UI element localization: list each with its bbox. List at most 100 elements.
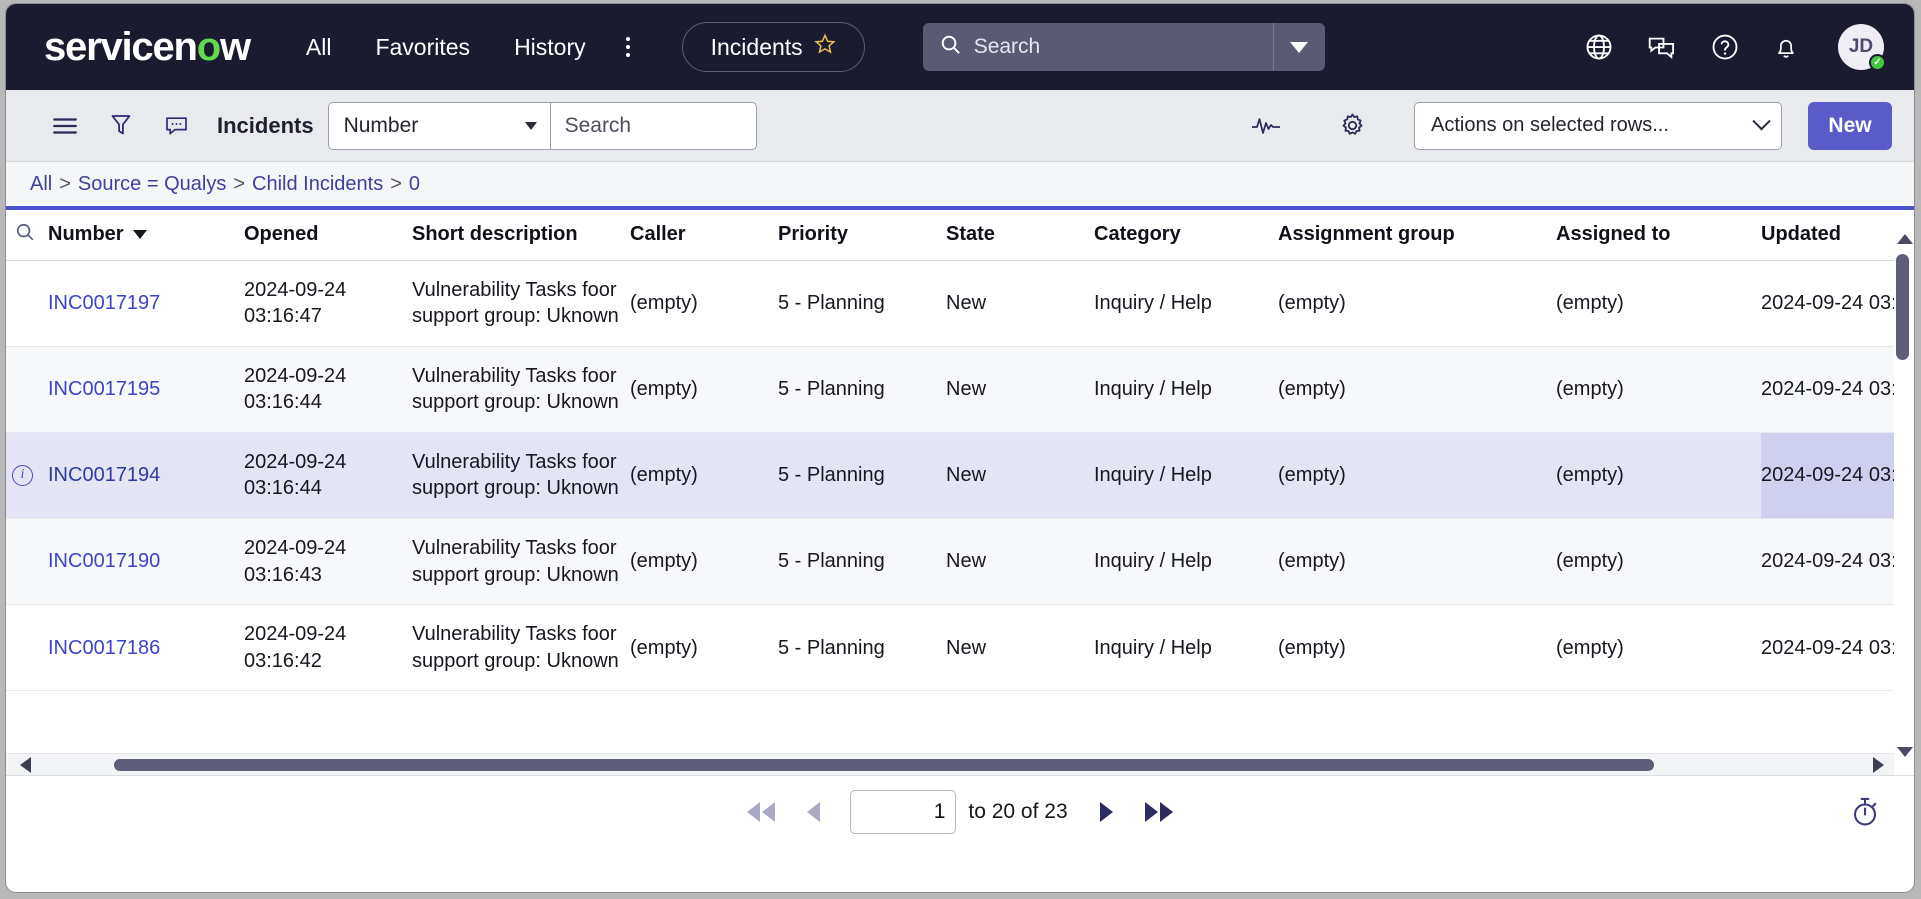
cell-number[interactable]: INC0017197 — [48, 260, 244, 346]
actions-on-selected-rows-select[interactable]: Actions on selected rows... — [1414, 102, 1782, 150]
next-page-button[interactable] — [1084, 802, 1129, 822]
column-header-assignment-group[interactable]: Assignment group — [1278, 210, 1556, 260]
row-select-cell[interactable]: i — [6, 432, 48, 518]
column-header-opened[interactable]: Opened — [244, 210, 412, 260]
new-button[interactable]: New — [1808, 102, 1892, 150]
cell-number[interactable]: INC0017194 — [48, 432, 244, 518]
cell-category: Inquiry / Help — [1094, 605, 1278, 691]
row-select-cell[interactable] — [6, 605, 48, 691]
cell-state: New — [946, 260, 1094, 346]
servicenow-logo[interactable]: servicenow — [44, 25, 250, 70]
cell-opened: 2024-09-24 03:16:47 — [244, 260, 412, 346]
incident-link[interactable]: INC0017186 — [48, 637, 160, 659]
column-header-number[interactable]: Number — [48, 210, 244, 260]
scroll-right-arrow-icon[interactable] — [1873, 757, 1884, 773]
incident-link[interactable]: INC0017194 — [48, 464, 160, 486]
breadcrumb-item-child-incidents[interactable]: Child Incidents — [252, 173, 383, 196]
cell-number[interactable]: INC0017190 — [48, 519, 244, 605]
logo-text-part1: servicen — [44, 25, 197, 70]
toolbar-right-group: Actions on selected rows... New — [1235, 102, 1892, 150]
column-header-short-description[interactable]: Short description — [412, 210, 630, 260]
info-circle-icon[interactable]: i — [12, 465, 33, 486]
tab-incidents[interactable]: Incidents — [682, 22, 865, 72]
breadcrumb-item-all[interactable]: All — [30, 173, 52, 196]
column-header-state[interactable]: State — [946, 210, 1094, 260]
double-left-arrow-icon-2 — [762, 802, 775, 822]
first-page-button[interactable] — [731, 802, 791, 822]
table-row[interactable]: INC0017186 2024-09-24 03:16:42 Vulnerabi… — [6, 605, 1894, 691]
help-icon[interactable] — [1710, 32, 1740, 62]
table-row[interactable]: INC0017190 2024-09-24 03:16:43 Vulnerabi… — [6, 519, 1894, 605]
row-select-cell[interactable] — [6, 519, 48, 605]
vertical-scrollbar[interactable] — [1896, 240, 1912, 751]
globe-icon[interactable] — [1584, 32, 1614, 62]
global-search-input[interactable]: Search — [923, 23, 1273, 71]
cell-number[interactable]: INC0017195 — [48, 346, 244, 432]
incident-link[interactable]: INC0017195 — [48, 378, 160, 400]
avatar[interactable]: JD ✓ — [1838, 24, 1884, 70]
column-header-caller[interactable]: Caller — [630, 210, 778, 260]
row-select-cell[interactable] — [6, 346, 48, 432]
actions-select-value: Actions on selected rows... — [1431, 114, 1669, 137]
cell-updated: 2024-09-24 03:16:47 — [1761, 346, 1894, 432]
horizontal-scrollbar-thumb[interactable] — [114, 759, 1654, 771]
search-field-value: Number — [344, 114, 419, 138]
cell-caller: (empty) — [630, 605, 778, 691]
cell-number[interactable]: INC0017186 — [48, 605, 244, 691]
hamburger-menu-icon[interactable] — [36, 115, 94, 137]
notifications-bell-icon[interactable] — [1772, 32, 1800, 62]
column-header-assigned-to[interactable]: Assigned to — [1556, 210, 1761, 260]
cell-opened: 2024-09-24 03:16:44 — [244, 432, 412, 518]
table-row-selected[interactable]: i INC0017194 2024-09-24 03:16:44 Vulnera… — [6, 432, 1894, 518]
cell-state: New — [946, 432, 1094, 518]
column-header-priority[interactable]: Priority — [778, 210, 946, 260]
right-arrow-icon — [1100, 802, 1113, 822]
nav-favorites[interactable]: Favorites — [353, 24, 492, 71]
column-label-number: Number — [48, 223, 124, 245]
cell-updated-focused: 2024-09-24 03:16:44 — [1761, 432, 1894, 518]
previous-page-button[interactable] — [791, 802, 836, 822]
breadcrumb-item-value[interactable]: 0 — [409, 173, 420, 196]
conversations-icon[interactable] — [1646, 32, 1678, 62]
nav-all[interactable]: All — [284, 24, 354, 71]
incident-link[interactable]: INC0017190 — [48, 550, 160, 572]
scroll-down-arrow-icon[interactable] — [1897, 747, 1913, 757]
filter-funnel-icon[interactable] — [94, 113, 148, 138]
cell-caller: (empty) — [630, 260, 778, 346]
star-outline-icon[interactable] — [814, 33, 836, 61]
scroll-up-arrow-icon[interactable] — [1897, 234, 1913, 244]
activity-pulse-icon[interactable] — [1235, 114, 1297, 138]
global-search-dropdown[interactable] — [1273, 23, 1325, 71]
horizontal-scrollbar[interactable] — [6, 753, 1894, 775]
page-number-input[interactable] — [850, 790, 956, 834]
column-header-updated[interactable]: Updated — [1761, 210, 1894, 260]
table-row[interactable]: INC0017195 2024-09-24 03:16:44 Vulnerabi… — [6, 346, 1894, 432]
last-page-button[interactable] — [1129, 802, 1189, 822]
cell-priority: 5 - Planning — [778, 432, 946, 518]
search-field-select[interactable]: Number — [328, 102, 550, 150]
comment-bubble-icon[interactable] — [148, 114, 205, 138]
list-search-input[interactable]: Search — [550, 102, 757, 150]
cell-assignment-group: (empty) — [1278, 519, 1556, 605]
cell-opened: 2024-09-24 03:16:44 — [244, 346, 412, 432]
chevron-down-icon — [525, 122, 537, 130]
cell-caller: (empty) — [630, 346, 778, 432]
column-header-category[interactable]: Category — [1094, 210, 1278, 260]
stopwatch-icon[interactable] — [1850, 796, 1880, 828]
incident-link[interactable]: INC0017197 — [48, 292, 160, 314]
global-search[interactable]: Search — [923, 23, 1325, 71]
cell-category: Inquiry / Help — [1094, 519, 1278, 605]
kebab-menu-icon[interactable] — [608, 37, 650, 57]
row-select-cell[interactable] — [6, 260, 48, 346]
gear-icon[interactable] — [1323, 112, 1382, 139]
nav-history[interactable]: History — [492, 24, 608, 71]
cell-category: Inquiry / Help — [1094, 432, 1278, 518]
scroll-left-arrow-icon[interactable] — [20, 757, 31, 773]
double-left-arrow-icon — [747, 802, 760, 822]
application-window: servicenow All Favorites History Inciden… — [6, 4, 1914, 892]
column-search-icon-cell[interactable] — [6, 210, 48, 260]
breadcrumb-item-source[interactable]: Source = Qualys — [78, 173, 226, 196]
vertical-scrollbar-thumb[interactable] — [1896, 254, 1909, 360]
incidents-table-region: Number Opened Short description Caller P… — [6, 210, 1914, 775]
table-row[interactable]: INC0017197 2024-09-24 03:16:47 Vulnerabi… — [6, 260, 1894, 346]
